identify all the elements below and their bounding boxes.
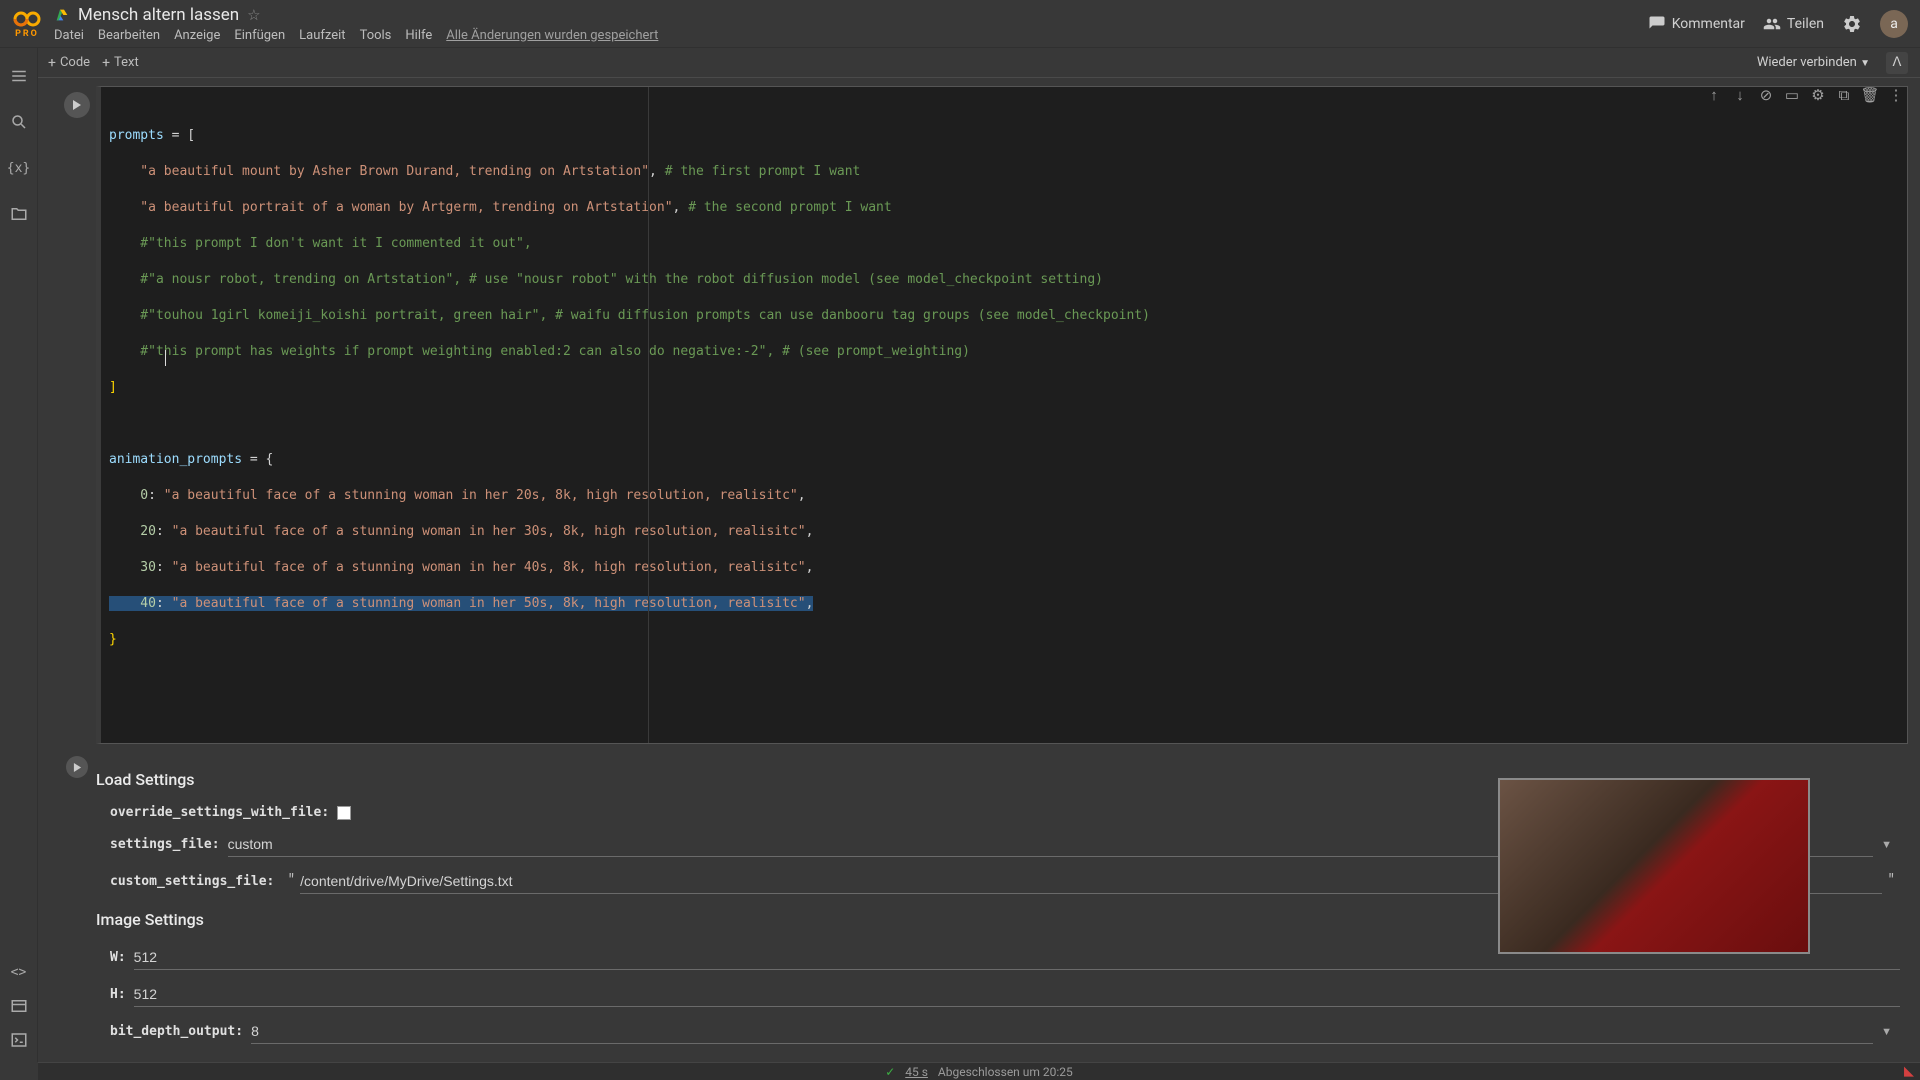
mirror-icon[interactable]: ⧉ [1834,86,1854,104]
menu-bearbeiten[interactable]: Bearbeiten [98,28,160,43]
share-button[interactable]: Teilen [1763,15,1824,33]
left-sidebar: {x} <> [0,48,38,1062]
code-snippets-icon[interactable]: <> [9,962,29,982]
pro-badge: PRO [15,29,39,39]
move-down-icon[interactable]: ↓ [1730,86,1750,104]
settings-button[interactable] [1842,14,1862,34]
add-text-button[interactable]: +Text [102,55,139,71]
menu-einfuegen[interactable]: Einfügen [234,28,285,43]
menu-datei[interactable]: Datei [54,28,84,43]
move-up-icon[interactable]: ↑ [1704,86,1724,104]
more-icon[interactable]: ⋮ [1886,86,1906,104]
input-h[interactable] [134,982,1900,1007]
label-settings-file: settings_file: [110,837,220,852]
drive-icon [54,7,70,23]
top-header: PRO Mensch altern lassen ☆ Datei Bearbei… [0,0,1920,48]
checkbox-override[interactable] [337,806,351,820]
delete-icon[interactable]: 🗑 [1860,86,1880,104]
cell-settings-icon[interactable]: ⚙ [1808,86,1828,104]
label-override: override_settings_with_file: [110,805,329,820]
code-editor[interactable]: prompts = [ "a beautiful mount by Asher … [96,86,1908,744]
check-icon: ✓ [885,1065,895,1079]
toc-icon[interactable] [9,66,29,86]
code-cell-prompts: prompts = [ "a beautiful mount by Asher … [58,86,1908,744]
chevron-down-icon: ▼ [1860,58,1870,69]
editor-ruler [648,87,649,743]
chevron-down-icon[interactable]: ▼ [1873,1025,1900,1038]
terminal-icon[interactable] [9,1030,29,1050]
chevron-up-icon: ᐱ [1893,55,1902,70]
link-icon[interactable]: ⊘ [1756,86,1776,104]
chevron-down-icon[interactable]: ▼ [1873,838,1900,851]
label-h: H: [110,987,126,1002]
cell-toolbar: ↑ ↓ ⊘ ▭ ⚙ ⧉ 🗑 ⋮ [1704,86,1906,104]
command-palette-icon[interactable] [9,996,29,1016]
add-code-button[interactable]: +Code [48,55,90,71]
menu-bar: Datei Bearbeiten Anzeige Einfügen Laufze… [54,28,1648,43]
menu-anzeige[interactable]: Anzeige [174,28,220,43]
menu-laufzeit[interactable]: Laufzeit [299,28,345,43]
play-icon [73,763,82,772]
label-custom-settings: custom_settings_file: [110,874,274,889]
play-icon [72,100,82,110]
status-time[interactable]: 45 s [905,1065,928,1079]
toolbar: +Code +Text Wieder verbinden ▼ ᐱ [0,48,1920,78]
webcam-overlay [1498,778,1810,954]
avatar[interactable]: a [1880,10,1908,38]
menu-tools[interactable]: Tools [360,28,392,43]
run-cell-button[interactable] [64,92,90,118]
variables-icon[interactable]: {x} [9,158,29,178]
collapse-toggle[interactable]: ᐱ [1886,52,1908,74]
title-menu-area: Mensch altern lassen ☆ Datei Bearbeiten … [54,5,1648,43]
share-icon [1763,15,1781,33]
status-msg: Abgeschlossen um 20:25 [938,1065,1073,1079]
status-bar: ✓ 45 s Abgeschlossen um 20:25 ◣ [38,1062,1920,1080]
reconnect-button[interactable]: Wieder verbinden ▼ [1749,51,1878,74]
label-bit-depth: bit_depth_output: [110,1024,243,1039]
cell-comment-icon[interactable]: ▭ [1782,86,1802,104]
input-bit-depth[interactable] [251,1019,1873,1044]
doc-title[interactable]: Mensch altern lassen [78,5,239,25]
colab-logo-icon [12,9,42,29]
header-right: Kommentar Teilen a [1648,10,1908,38]
files-icon[interactable] [9,204,29,224]
save-status[interactable]: Alle Änderungen wurden gespeichert [446,28,658,43]
menu-hilfe[interactable]: Hilfe [405,28,432,43]
gear-icon [1842,14,1862,34]
text-cursor [165,350,166,366]
comment-button[interactable]: Kommentar [1648,15,1745,33]
label-w: W: [110,950,126,965]
search-icon[interactable] [9,112,29,132]
status-error-icon[interactable]: ◣ [1904,1064,1914,1079]
colab-logo-area[interactable]: PRO [12,9,42,39]
star-icon[interactable]: ☆ [247,6,260,24]
comment-icon [1648,15,1666,33]
run-form-button[interactable] [66,756,88,778]
